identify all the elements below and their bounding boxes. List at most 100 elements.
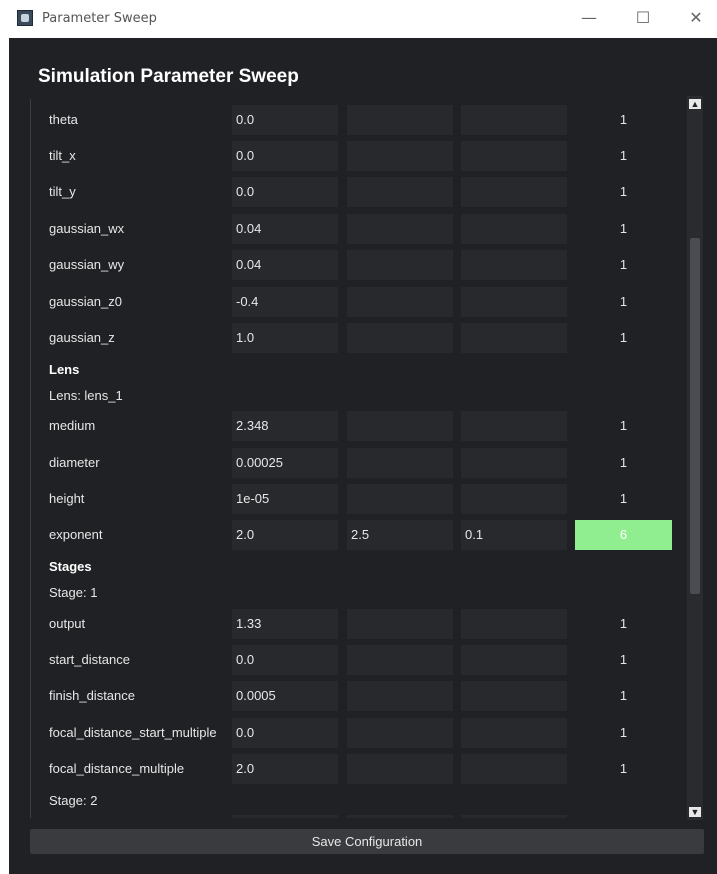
step-value-input[interactable]: [461, 815, 567, 818]
start-value-input[interactable]: [232, 815, 338, 818]
param-row-gaussian-z: gaussian_z 1: [30, 323, 687, 353]
stop-value-input[interactable]: [347, 250, 453, 280]
start-value-input[interactable]: [232, 754, 338, 784]
count-value: 1: [619, 148, 628, 163]
stop-value-input[interactable]: [347, 645, 453, 675]
stop-value-input[interactable]: [347, 214, 453, 244]
start-value-input[interactable]: [232, 105, 338, 135]
param-label: focal_distance_multiple: [49, 761, 185, 776]
param-row-tilt-y: tilt_y 1: [30, 177, 687, 207]
step-value-input[interactable]: [461, 448, 567, 478]
vertical-scrollbar[interactable]: ▲ ▼: [687, 96, 703, 820]
param-row-gaussian-wx: gaussian_wx 1: [30, 214, 687, 244]
start-value-input[interactable]: [232, 448, 338, 478]
start-value-input[interactable]: [232, 323, 338, 353]
step-value-input[interactable]: [461, 105, 567, 135]
stage-1-label: Stage: 1: [49, 585, 98, 600]
scroll-up-arrow-icon[interactable]: ▲: [689, 99, 701, 109]
count-value: 1: [619, 330, 628, 345]
step-value-input[interactable]: [461, 484, 567, 514]
start-value-input[interactable]: [232, 411, 338, 441]
stage-2-label: Stage: 2: [49, 793, 98, 808]
stop-value-input[interactable]: [347, 448, 453, 478]
minimize-button[interactable]: —: [566, 4, 612, 32]
param-row-gaussian-z0: gaussian_z0 1: [30, 287, 687, 317]
param-label: exponent: [49, 527, 103, 542]
section-title-stages: Stages: [49, 559, 92, 574]
param-label: finish_distance: [49, 688, 135, 703]
param-row-start-distance: start_distance 1: [30, 645, 687, 675]
param-row-height: height 1: [30, 484, 687, 514]
param-row-exponent: exponent 6: [30, 520, 687, 550]
stop-value-input[interactable]: [347, 718, 453, 748]
stop-value-input[interactable]: [347, 754, 453, 784]
stop-value-input[interactable]: [347, 609, 453, 639]
scrollbar-thumb[interactable]: [690, 238, 700, 594]
start-value-input[interactable]: [232, 177, 338, 207]
param-label: tilt_y: [49, 184, 76, 199]
param-row-finish-distance: finish_distance 1: [30, 681, 687, 711]
step-value-input[interactable]: [461, 411, 567, 441]
step-value-input[interactable]: [461, 718, 567, 748]
step-value-input[interactable]: [461, 287, 567, 317]
start-value-input[interactable]: [232, 681, 338, 711]
start-value-input[interactable]: [232, 287, 338, 317]
count-value: 1: [619, 761, 628, 776]
step-value-input[interactable]: [461, 754, 567, 784]
step-value-input[interactable]: [461, 681, 567, 711]
count-value: 1: [619, 184, 628, 199]
param-label: gaussian_wy: [49, 257, 125, 272]
step-value-input[interactable]: [461, 645, 567, 675]
param-label: tilt_x: [49, 148, 76, 163]
param-label: height: [49, 491, 85, 506]
step-value-input[interactable]: [461, 609, 567, 639]
stop-value-input[interactable]: [347, 681, 453, 711]
param-row-focal-distance-start-multiple: focal_distance_start_multiple 1: [30, 718, 687, 748]
start-value-input[interactable]: [232, 250, 338, 280]
stop-value-input[interactable]: [347, 411, 453, 441]
count-value: 1: [619, 257, 628, 272]
stop-value-input[interactable]: [347, 484, 453, 514]
maximize-button[interactable]: ☐: [620, 4, 666, 32]
start-value-input[interactable]: [232, 484, 338, 514]
param-row-medium: medium 1: [30, 411, 687, 441]
start-value-input[interactable]: [232, 609, 338, 639]
start-value-input[interactable]: [232, 520, 338, 550]
start-value-input[interactable]: [232, 214, 338, 244]
start-value-input[interactable]: [232, 141, 338, 171]
step-value-input[interactable]: [461, 214, 567, 244]
app-icon: [17, 10, 33, 26]
param-row-theta: theta 1: [30, 105, 687, 135]
stop-value-input[interactable]: [347, 105, 453, 135]
stop-value-input[interactable]: [347, 177, 453, 207]
param-row-gaussian-wy: gaussian_wy 1: [30, 250, 687, 280]
stop-value-input[interactable]: [347, 815, 453, 818]
lens-sublabel: Lens: lens_1: [49, 388, 123, 403]
start-value-input[interactable]: [232, 645, 338, 675]
step-value-input[interactable]: [461, 250, 567, 280]
stop-value-input[interactable]: [347, 141, 453, 171]
param-label: gaussian_z0: [49, 294, 122, 309]
step-value-input[interactable]: [461, 141, 567, 171]
save-configuration-button[interactable]: Save Configuration: [30, 829, 704, 854]
param-label: output: [49, 616, 86, 631]
page-title: Simulation Parameter Sweep: [38, 66, 299, 87]
count-value: 1: [619, 418, 628, 433]
stop-value-input[interactable]: [347, 323, 453, 353]
parameter-scroll-area[interactable]: theta 1 tilt_x 1 tilt_y 1 gaussian_wx 1: [30, 99, 687, 818]
count-value: 1: [619, 294, 628, 309]
count-value: 1: [619, 112, 628, 127]
step-value-input[interactable]: [461, 323, 567, 353]
start-value-input[interactable]: [232, 718, 338, 748]
param-label: gaussian_wx: [49, 221, 125, 236]
step-value-input[interactable]: [461, 520, 567, 550]
close-button[interactable]: ✕: [673, 4, 717, 32]
stop-value-input[interactable]: [347, 287, 453, 317]
step-value-input[interactable]: [461, 177, 567, 207]
scroll-down-arrow-icon[interactable]: ▼: [689, 807, 701, 817]
stop-value-input[interactable]: [347, 520, 453, 550]
param-row-diameter: diameter 1: [30, 448, 687, 478]
scroll-down-glyph: ▼: [690, 807, 700, 817]
param-label: theta: [49, 112, 78, 127]
param-label: medium: [49, 418, 96, 433]
